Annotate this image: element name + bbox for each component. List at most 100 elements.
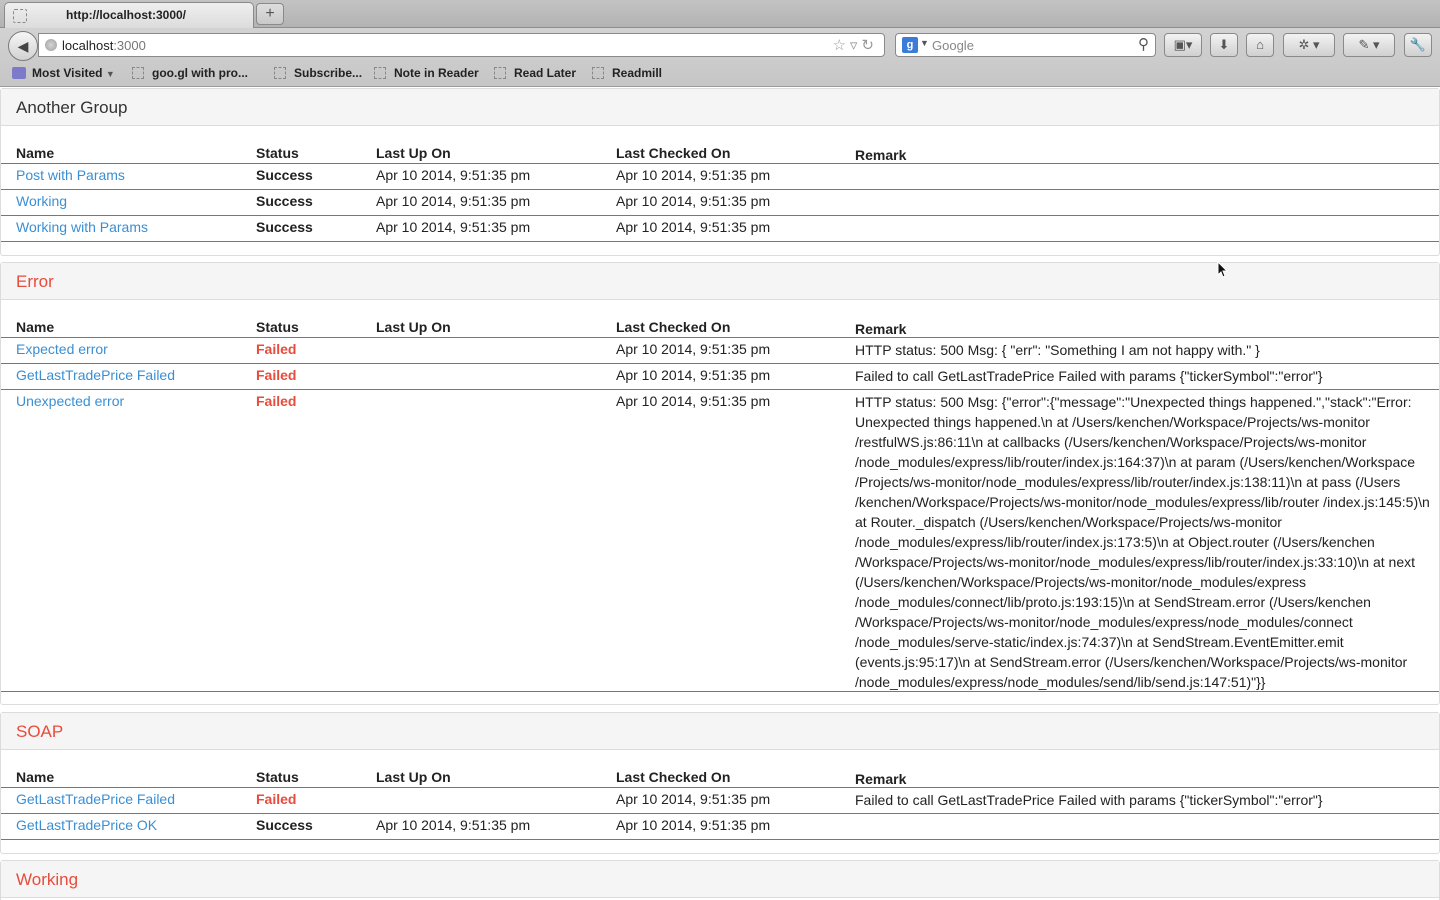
table-row: Unexpected error Failed Apr 10 2014, 9:5… — [1, 390, 1439, 692]
remark-text: Failed to call GetLastTradePrice Failed … — [855, 792, 1323, 808]
service-link[interactable]: GetLastTradePrice OK — [16, 817, 246, 833]
service-link[interactable]: Post with Params — [16, 167, 246, 183]
browser-chrome: http://localhost:3000/ + ◀ localhost:300… — [0, 0, 1440, 87]
status-text: Success — [256, 193, 313, 209]
tools-button[interactable]: 🔧 — [1404, 33, 1432, 57]
bookmark-note-in-reader[interactable]: Note in Reader — [374, 66, 479, 80]
table-row: GetLastTradePrice Failed Failed Apr 10 2… — [1, 364, 1439, 390]
group-panel: Another Group Name Status Last Up On Las… — [0, 88, 1440, 256]
bookmark-googl[interactable]: goo.gl with pro... — [132, 66, 248, 80]
table-row: GetLastTradePrice Failed Failed Apr 10 2… — [1, 788, 1439, 814]
addon-menu-button[interactable]: ✲ ▾ — [1283, 33, 1335, 57]
url-host: localhost — [62, 38, 114, 53]
service-link[interactable]: Unexpected error — [16, 393, 246, 409]
last-checked-text: Apr 10 2014, 9:51:35 pm — [616, 341, 771, 357]
bookmark-read-later[interactable]: Read Later — [494, 66, 576, 80]
home-button[interactable]: ⌂ — [1246, 33, 1274, 57]
table-row: Expected error Failed Apr 10 2014, 9:51:… — [1, 338, 1439, 364]
bookmark-readmill[interactable]: Readmill — [592, 66, 662, 80]
bookmark-star-icon[interactable]: ☆ — [832, 37, 849, 54]
table-row: Post with Params Success Apr 10 2014, 9:… — [1, 164, 1439, 190]
browser-tab[interactable]: http://localhost:3000/ — [4, 2, 254, 28]
col-status-header: Status — [256, 319, 299, 335]
last-checked-text: Apr 10 2014, 9:51:35 pm — [616, 791, 771, 807]
navigation-toolbar: ◀ localhost:3000 ☆▿↻ g ▼ Google ⚲ ▣▾ ⬇ ⌂… — [0, 28, 1440, 62]
last-checked-text: Apr 10 2014, 9:51:35 pm — [616, 167, 771, 183]
bookmark-icon — [132, 67, 144, 79]
bookmarks-icon: ▣▾ — [1173, 37, 1193, 52]
col-remark-header: Remark — [855, 771, 907, 787]
table-header: Name Status Last Up On Last Checked On R… — [1, 142, 1439, 164]
remark-text: HTTP status: 500 Msg: {"error":{"message… — [855, 394, 1430, 690]
col-remark-header: Remark — [855, 147, 907, 163]
extension-menu-button[interactable]: ✎ ▾ — [1343, 33, 1395, 57]
col-last-up-header: Last Up On — [376, 769, 451, 785]
group-panel: Error Name Status Last Up On Last Checke… — [0, 262, 1440, 705]
tab-bar: http://localhost:3000/ + — [0, 0, 1440, 28]
table-row: GetLastTradePrice OK Success Apr 10 2014… — [1, 814, 1439, 840]
service-link[interactable]: Working — [16, 193, 246, 209]
addon-icon: ✲ ▾ — [1298, 37, 1320, 52]
bookmark-icon — [274, 67, 286, 79]
page-favicon-icon — [13, 9, 27, 23]
home-icon: ⌂ — [1256, 37, 1264, 52]
search-placeholder: Google — [932, 38, 974, 53]
back-button[interactable]: ◀ — [8, 31, 38, 61]
site-identity-icon — [45, 39, 57, 51]
bookmark-most-visited[interactable]: Most Visited ▼ — [12, 66, 115, 80]
last-up-text: Apr 10 2014, 9:51:35 pm — [376, 817, 531, 833]
col-name-header: Name — [16, 145, 55, 161]
table-row: Working with Params Success Apr 10 2014,… — [1, 216, 1439, 242]
last-up-text: Apr 10 2014, 9:51:35 pm — [376, 219, 531, 235]
status-text: Failed — [256, 791, 297, 807]
downloads-button[interactable]: ⬇ — [1210, 33, 1238, 57]
remark-text: Failed to call GetLastTradePrice Failed … — [855, 368, 1323, 384]
col-status-header: Status — [256, 145, 299, 161]
address-bar[interactable]: localhost:3000 ☆▿↻ — [38, 33, 885, 57]
status-text: Success — [256, 219, 313, 235]
group-panel: SOAP Name Status Last Up On Last Checked… — [0, 712, 1440, 854]
search-bar[interactable]: g ▼ Google ⚲ — [895, 33, 1156, 57]
last-checked-text: Apr 10 2014, 9:51:35 pm — [616, 817, 771, 833]
table-row: Working Success Apr 10 2014, 9:51:35 pm … — [1, 190, 1439, 216]
bookmarks-menu-button[interactable]: ▣▾ — [1164, 33, 1202, 57]
col-last-up-header: Last Up On — [376, 145, 451, 161]
status-table: Name Status Last Up On Last Checked On R… — [1, 316, 1439, 692]
reload-icon[interactable]: ↻ — [861, 37, 878, 54]
service-link[interactable]: Expected error — [16, 341, 246, 357]
service-link[interactable]: GetLastTradePrice Failed — [16, 367, 246, 383]
col-last-up-header: Last Up On — [376, 319, 451, 335]
mouse-cursor-icon — [1217, 261, 1229, 278]
col-status-header: Status — [256, 769, 299, 785]
status-text: Success — [256, 817, 313, 833]
status-text: Failed — [256, 341, 297, 357]
bookmark-subscribe[interactable]: Subscribe... — [274, 66, 362, 80]
bookmark-icon — [494, 67, 506, 79]
last-checked-text: Apr 10 2014, 9:51:35 pm — [616, 219, 771, 235]
col-remark-header: Remark — [855, 321, 907, 337]
bookmark-icon — [374, 67, 386, 79]
status-text: Success — [256, 167, 313, 183]
url-port: :3000 — [113, 38, 146, 53]
service-link[interactable]: Working with Params — [16, 219, 246, 235]
remark-text: HTTP status: 500 Msg: { "err": "Somethin… — [855, 342, 1260, 358]
group-panel: Working — [0, 860, 1440, 900]
history-dropdown-icon[interactable]: ▿ — [850, 37, 862, 54]
table-header: Name Status Last Up On Last Checked On R… — [1, 316, 1439, 338]
chevron-down-icon: ▼ — [105, 69, 115, 79]
col-name-header: Name — [16, 319, 55, 335]
status-table: Name Status Last Up On Last Checked On R… — [1, 142, 1439, 242]
new-tab-button[interactable]: + — [256, 3, 284, 25]
google-engine-icon[interactable]: g — [902, 37, 918, 53]
tab-title: http://localhost:3000/ — [66, 8, 187, 22]
col-last-checked-header: Last Checked On — [616, 145, 731, 161]
group-title: Working — [1, 861, 1439, 898]
group-title: Another Group — [1, 89, 1439, 126]
last-up-text: Apr 10 2014, 9:51:35 pm — [376, 167, 531, 183]
service-link[interactable]: GetLastTradePrice Failed — [16, 791, 246, 807]
col-last-checked-header: Last Checked On — [616, 319, 731, 335]
search-icon[interactable]: ⚲ — [1138, 35, 1149, 53]
col-last-checked-header: Last Checked On — [616, 769, 731, 785]
bookmark-icon — [592, 67, 604, 79]
last-checked-text: Apr 10 2014, 9:51:35 pm — [616, 367, 771, 383]
